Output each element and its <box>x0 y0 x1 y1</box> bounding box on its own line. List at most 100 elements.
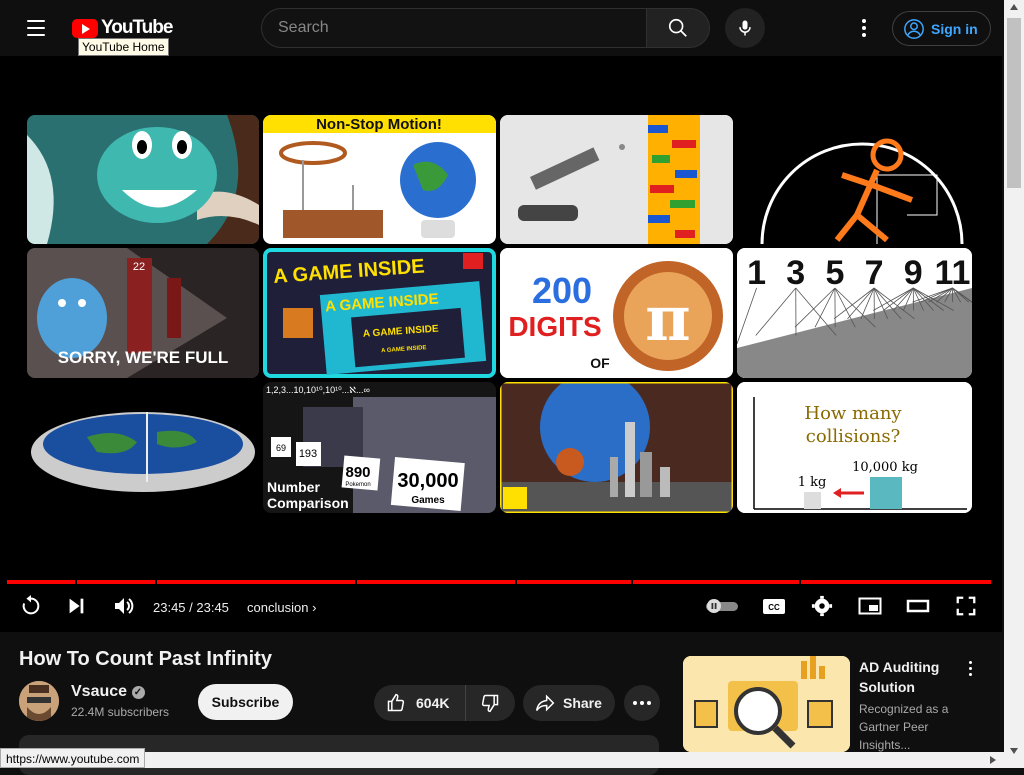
end-screen-thumbnail-grid: Non-Stop Motion! <box>27 115 972 513</box>
odd-number-label: 9 <box>904 254 923 292</box>
miniplayer-icon[interactable] <box>856 592 884 620</box>
replay-icon[interactable] <box>17 592 45 620</box>
sign-in-label: Sign in <box>931 21 978 37</box>
tile-collisions[interactable]: How many collisions? 1 kg 10,000 kg <box>737 382 972 513</box>
odd-number-label: 5 <box>825 254 844 292</box>
planets-city-image <box>500 382 733 513</box>
share-icon <box>535 693 555 713</box>
cartoon-face-image <box>27 115 259 244</box>
voice-search-button[interactable] <box>725 8 765 48</box>
golden-spiral-image <box>737 115 972 244</box>
channel-name[interactable]: Vsauce ✓ <box>71 683 145 701</box>
tile-hotel[interactable]: 22 SORRY, WE'RE FULL <box>27 248 259 378</box>
volume-icon[interactable] <box>110 592 138 620</box>
tile-game-inside[interactable]: A GAME INSIDE A GAME INSIDE A GAME INSID… <box>263 248 496 378</box>
chevron-right-icon: › <box>312 600 316 615</box>
status-bar-url: https://www.youtube.com <box>0 748 145 768</box>
tile-non-stop-motion[interactable]: Non-Stop Motion! <box>263 115 496 244</box>
search-input[interactable] <box>278 19 646 37</box>
chapter-label: conclusion <box>247 600 308 615</box>
tile-odd-numbers[interactable]: 1357911 <box>737 248 972 378</box>
tile-lego-tower[interactable] <box>500 115 733 244</box>
odd-number-label: 11 <box>934 254 970 292</box>
progress-bar[interactable] <box>7 580 991 584</box>
search-box <box>261 8 646 48</box>
logo-text: YouTube <box>101 17 172 39</box>
lego-tower-image <box>500 115 733 244</box>
tile-flat-earth[interactable] <box>27 382 259 513</box>
search-icon <box>667 17 689 39</box>
ad-description: Recognized as a Gartner Peer Insights... <box>859 700 969 754</box>
tile-cartoon-face[interactable] <box>27 115 259 244</box>
share-button[interactable]: Share <box>523 685 615 721</box>
fullscreen-icon[interactable] <box>952 592 980 620</box>
thumbs-down-icon <box>480 693 500 713</box>
tile-number-label-30000: 30,000 <box>397 470 458 492</box>
video-title: How To Count Past Infinity <box>19 648 272 671</box>
menu-icon[interactable] <box>18 14 54 42</box>
youtube-play-icon <box>72 19 98 38</box>
tile-pi-number: 200 <box>532 270 592 311</box>
ad-more-icon[interactable] <box>962 658 978 678</box>
tile-collisions-mass-1: 1 kg <box>798 475 827 490</box>
scrollbar-thumb[interactable] <box>1007 18 1021 188</box>
thumbs-up-icon <box>386 693 406 713</box>
account-icon <box>903 18 925 40</box>
scroll-right-arrow-icon[interactable] <box>990 756 996 764</box>
odd-numbers-image: 1357911 <box>737 248 972 378</box>
tile-number-label-890: 890 <box>345 464 370 481</box>
game-inside-image: A GAME INSIDE A GAME INSIDE A GAME INSID… <box>263 248 496 378</box>
subscriber-count: 22.4M subscribers <box>71 705 169 719</box>
tile-number-label-69: 69 <box>276 443 286 453</box>
tile-number-header: 1,2,3...10,10¹⁰,10¹⁰...ℵ...∞ <box>266 385 370 395</box>
tile-pi-digits-word: DIGITS <box>508 311 601 342</box>
subscribe-button[interactable]: Subscribe <box>198 684 293 720</box>
tile-planets-city[interactable] <box>500 382 733 513</box>
youtube-logo[interactable]: YouTube <box>72 17 172 39</box>
tile-number-comparison[interactable]: 1,2,3...10,10¹⁰,10¹⁰...ℵ...∞ 890 Pokemon… <box>263 382 496 513</box>
tile-hotel-room-number: 22 <box>133 261 145 273</box>
tile-collisions-question-1: How many <box>804 403 902 424</box>
video-player[interactable]: Non-Stop Motion! <box>0 56 1002 632</box>
captions-icon[interactable]: CC <box>760 592 788 620</box>
sign-in-button[interactable]: Sign in <box>892 11 991 46</box>
more-dot <box>633 701 637 705</box>
dislike-button[interactable] <box>466 685 514 721</box>
horizontal-scrollbar[interactable] <box>0 752 1004 768</box>
theater-mode-icon[interactable] <box>904 592 932 620</box>
share-label: Share <box>563 695 602 711</box>
tile-pi-digits[interactable]: π 200 DIGITS OF <box>500 248 733 378</box>
flat-earth-image <box>27 382 259 513</box>
settings-more-icon[interactable] <box>852 16 876 40</box>
scroll-up-arrow-icon[interactable] <box>1010 4 1018 10</box>
tile-collisions-mass-2: 10,000 kg <box>852 460 918 475</box>
page-scrollbar[interactable] <box>1004 0 1024 768</box>
scroll-down-arrow-icon[interactable] <box>1010 748 1018 754</box>
verified-check-icon: ✓ <box>132 686 145 699</box>
tile-number-label-30000-sub: Games <box>411 495 445 506</box>
search-button[interactable] <box>646 8 710 48</box>
more-dot <box>647 701 651 705</box>
tile-golden-spiral[interactable] <box>737 115 972 244</box>
odd-number-label: 1 <box>747 254 766 292</box>
ad-title[interactable]: AD Auditing Solution <box>859 657 959 697</box>
tile-pi-of-word: OF <box>590 355 610 371</box>
like-button[interactable]: 604K <box>374 685 466 721</box>
tile-number-caption-2: Comparison <box>267 495 349 511</box>
chapter-title[interactable]: conclusion › <box>247 600 316 615</box>
player-controls: 23:45 / 23:45 conclusion › CC <box>0 592 1002 624</box>
channel-avatar[interactable] <box>19 681 59 721</box>
next-video-icon[interactable] <box>62 592 90 620</box>
more-actions-button[interactable] <box>624 685 660 721</box>
tile-collisions-question-2: collisions? <box>806 426 901 447</box>
settings-gear-icon[interactable] <box>808 592 836 620</box>
odd-number-label: 3 <box>786 254 805 292</box>
more-dot <box>640 701 644 705</box>
autoplay-toggle[interactable] <box>704 592 740 620</box>
pi-digits-image: π 200 DIGITS OF <box>500 248 733 378</box>
like-count: 604K <box>416 695 449 711</box>
ad-thumbnail[interactable] <box>683 656 850 752</box>
non-stop-motion-image: Non-Stop Motion! <box>263 115 496 244</box>
number-comparison-image: 1,2,3...10,10¹⁰,10¹⁰...ℵ...∞ 890 Pokemon… <box>263 382 496 513</box>
channel-name-text: Vsauce <box>71 683 127 700</box>
